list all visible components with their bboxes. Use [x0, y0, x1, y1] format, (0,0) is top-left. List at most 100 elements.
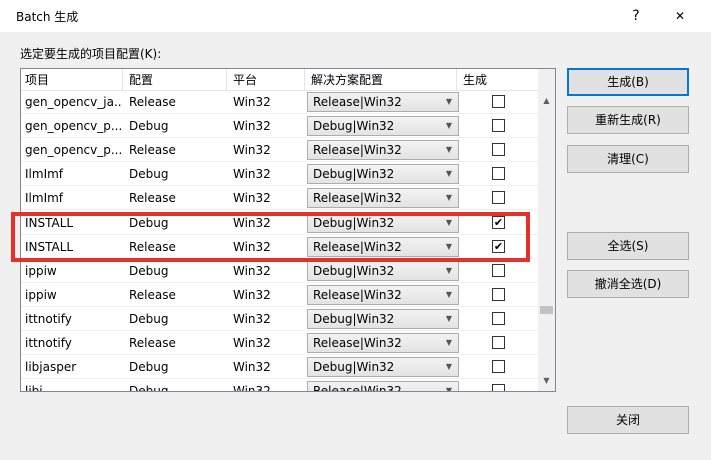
vertical-scrollbar[interactable]: ▲ ▼: [538, 69, 555, 391]
solution-config-dropdown[interactable]: Debug|Win32 ▼: [307, 116, 459, 137]
table-row[interactable]: gen_opencv_p... Debug Win32 Debug|Win32 ▼: [21, 114, 538, 139]
platform-value: Win32: [233, 239, 271, 254]
project-name: gen_opencv_ja...: [25, 95, 123, 109]
list-content: 项目 配置 平台 解决方案配置 生成 gen_opencv_ja... Relea…: [21, 69, 538, 391]
chevron-down-icon: ▼: [445, 289, 452, 299]
column-header-config[interactable]: 配置: [125, 69, 227, 91]
build-checkbox[interactable]: [492, 119, 505, 133]
platform-value: Win32: [229, 379, 305, 391]
project-config-list[interactable]: 项目 配置 平台 解决方案配置 生成 gen_opencv_ja... Relea…: [20, 68, 556, 392]
project-name: INSTALL: [25, 239, 74, 254]
table-row[interactable]: libjasper Debug Win32 Debug|Win32 ▼: [21, 355, 538, 380]
deselect-all-button[interactable]: 撤消全选(D): [567, 270, 689, 298]
build-checkbox[interactable]: [492, 167, 505, 181]
solution-config-value: Release|Win32: [313, 95, 402, 109]
config-value: Debug: [129, 119, 169, 134]
table-row[interactable]: INSTALL Release Win32 Release|Win32 ▼ ✔: [21, 235, 538, 259]
solution-config-dropdown[interactable]: Debug|Win32 ▼: [307, 164, 459, 185]
column-header-solution-config[interactable]: 解决方案配置: [307, 69, 457, 91]
chevron-down-icon[interactable]: ▼: [538, 373, 555, 389]
chevron-down-icon: ▼: [445, 193, 452, 203]
build-checkbox[interactable]: [492, 384, 505, 391]
config-value: Debug: [129, 311, 169, 326]
rebuild-button[interactable]: 重新生成(R): [567, 106, 689, 134]
column-header-project[interactable]: 项目: [21, 69, 123, 91]
table-row[interactable]: ippiw Debug Win32 Debug|Win32 ▼: [21, 259, 538, 283]
solution-config-dropdown[interactable]: Debug|Win32 ▼: [307, 357, 459, 378]
solution-config-dropdown[interactable]: Debug|Win32 ▼: [307, 308, 459, 329]
solution-config-value: Debug|Win32: [313, 360, 395, 375]
scrollbar-thumb[interactable]: [540, 306, 553, 314]
platform-value: Win32: [233, 167, 271, 182]
solution-config-dropdown[interactable]: Release|Win32 ▼: [307, 92, 459, 112]
solution-config-dropdown[interactable]: Release|Win32 ▼: [307, 333, 459, 353]
build-button[interactable]: 生成(B): [567, 68, 689, 96]
platform-value: Win32: [233, 336, 271, 350]
platform-value: Win32: [233, 360, 271, 375]
build-checkbox[interactable]: [492, 360, 505, 374]
platform-value: Win32: [233, 287, 271, 302]
table-row[interactable]: ittnotify Release Win32 Release|Win32 ▼: [21, 331, 538, 355]
project-name: ippiw: [25, 287, 57, 302]
solution-config-value: Release|Win32: [313, 287, 402, 302]
chevron-down-icon: ▼: [445, 386, 452, 391]
table-row[interactable]: gen_opencv_p... Release Win32 Release|Win32…: [21, 138, 538, 163]
clean-button[interactable]: 清理(C): [567, 145, 689, 173]
project-name: gen_opencv_p...: [25, 119, 123, 134]
table-row[interactable]: libj...DebugWin32 Release|Win32 ▼: [21, 379, 538, 391]
project-name: gen_opencv_p...: [25, 143, 123, 158]
project-name: ittnotify: [25, 336, 72, 350]
config-value: Release: [129, 143, 176, 158]
build-checkbox[interactable]: [492, 95, 505, 108]
build-checkbox[interactable]: [492, 336, 505, 349]
solution-config-dropdown[interactable]: Release|Win32 ▼: [307, 140, 459, 161]
solution-config-value: Debug|Win32: [313, 119, 395, 134]
chevron-down-icon: ▼: [445, 265, 452, 275]
chevron-down-icon: ▼: [445, 313, 452, 323]
solution-config-value: Debug|Win32: [313, 167, 395, 182]
solution-config-value: Release|Win32: [313, 191, 402, 206]
chevron-up-icon[interactable]: ▲: [538, 93, 555, 109]
build-checkbox[interactable]: ✔: [492, 215, 505, 229]
table-row[interactable]: gen_opencv_ja... Release Win32 Release|Win3…: [21, 90, 538, 114]
solution-config-dropdown[interactable]: Release|Win32 ▼: [307, 381, 459, 391]
build-checkbox[interactable]: ✔: [492, 239, 505, 253]
chevron-down-icon: ▼: [445, 97, 452, 106]
platform-value: Win32: [233, 119, 271, 134]
solution-config-dropdown[interactable]: Release|Win32 ▼: [307, 236, 459, 257]
table-row[interactable]: ittnotify Debug Win32 Debug|Win32 ▼: [21, 307, 538, 331]
solution-config-dropdown[interactable]: Debug|Win32 ▼: [307, 260, 459, 281]
build-checkbox[interactable]: [492, 143, 505, 157]
select-all-button[interactable]: 全选(S): [567, 232, 689, 260]
build-checkbox[interactable]: [492, 191, 505, 205]
help-button[interactable]: ?: [622, 4, 650, 28]
config-value: Debug: [129, 263, 169, 278]
chevron-down-icon: ▼: [445, 217, 452, 227]
solution-config-dropdown[interactable]: Release|Win32 ▼: [307, 188, 459, 209]
close-window-button[interactable]: ✕: [664, 4, 696, 28]
table-row[interactable]: IlmImf Debug Win32 Debug|Win32 ▼: [21, 162, 538, 187]
solution-config-dropdown[interactable]: Release|Win32 ▼: [307, 284, 459, 305]
column-header-platform[interactable]: 平台: [229, 69, 305, 91]
table-row[interactable]: IlmImf Release Win32 Release|Win32 ▼: [21, 186, 538, 211]
list-header: 项目 配置 平台 解决方案配置 生成: [21, 69, 538, 91]
platform-value: Win32: [233, 311, 271, 326]
chevron-down-icon: ▼: [445, 362, 452, 372]
chevron-down-icon: ▼: [445, 338, 452, 347]
build-checkbox[interactable]: [492, 263, 505, 277]
table-row[interactable]: INSTALL Debug Win32 Debug|Win32 ▼ ✔: [21, 211, 538, 235]
platform-value: Win32: [233, 215, 271, 230]
project-name: libj...: [21, 379, 123, 391]
build-checkbox[interactable]: [492, 287, 505, 301]
config-list-label: 选定要生成的项目配置(K):: [20, 47, 162, 61]
column-header-build[interactable]: 生成: [459, 69, 538, 91]
config-value: Release: [129, 336, 176, 350]
project-name: ippiw: [25, 263, 57, 278]
chevron-down-icon: ▼: [445, 121, 452, 131]
project-name: libjasper: [25, 360, 77, 375]
build-checkbox[interactable]: [492, 311, 505, 325]
solution-config-dropdown[interactable]: Debug|Win32 ▼: [307, 212, 459, 233]
table-row[interactable]: ippiw Release Win32 Release|Win32 ▼: [21, 283, 538, 307]
close-button[interactable]: 关闭: [567, 406, 689, 434]
chevron-down-icon: ▼: [445, 145, 452, 155]
